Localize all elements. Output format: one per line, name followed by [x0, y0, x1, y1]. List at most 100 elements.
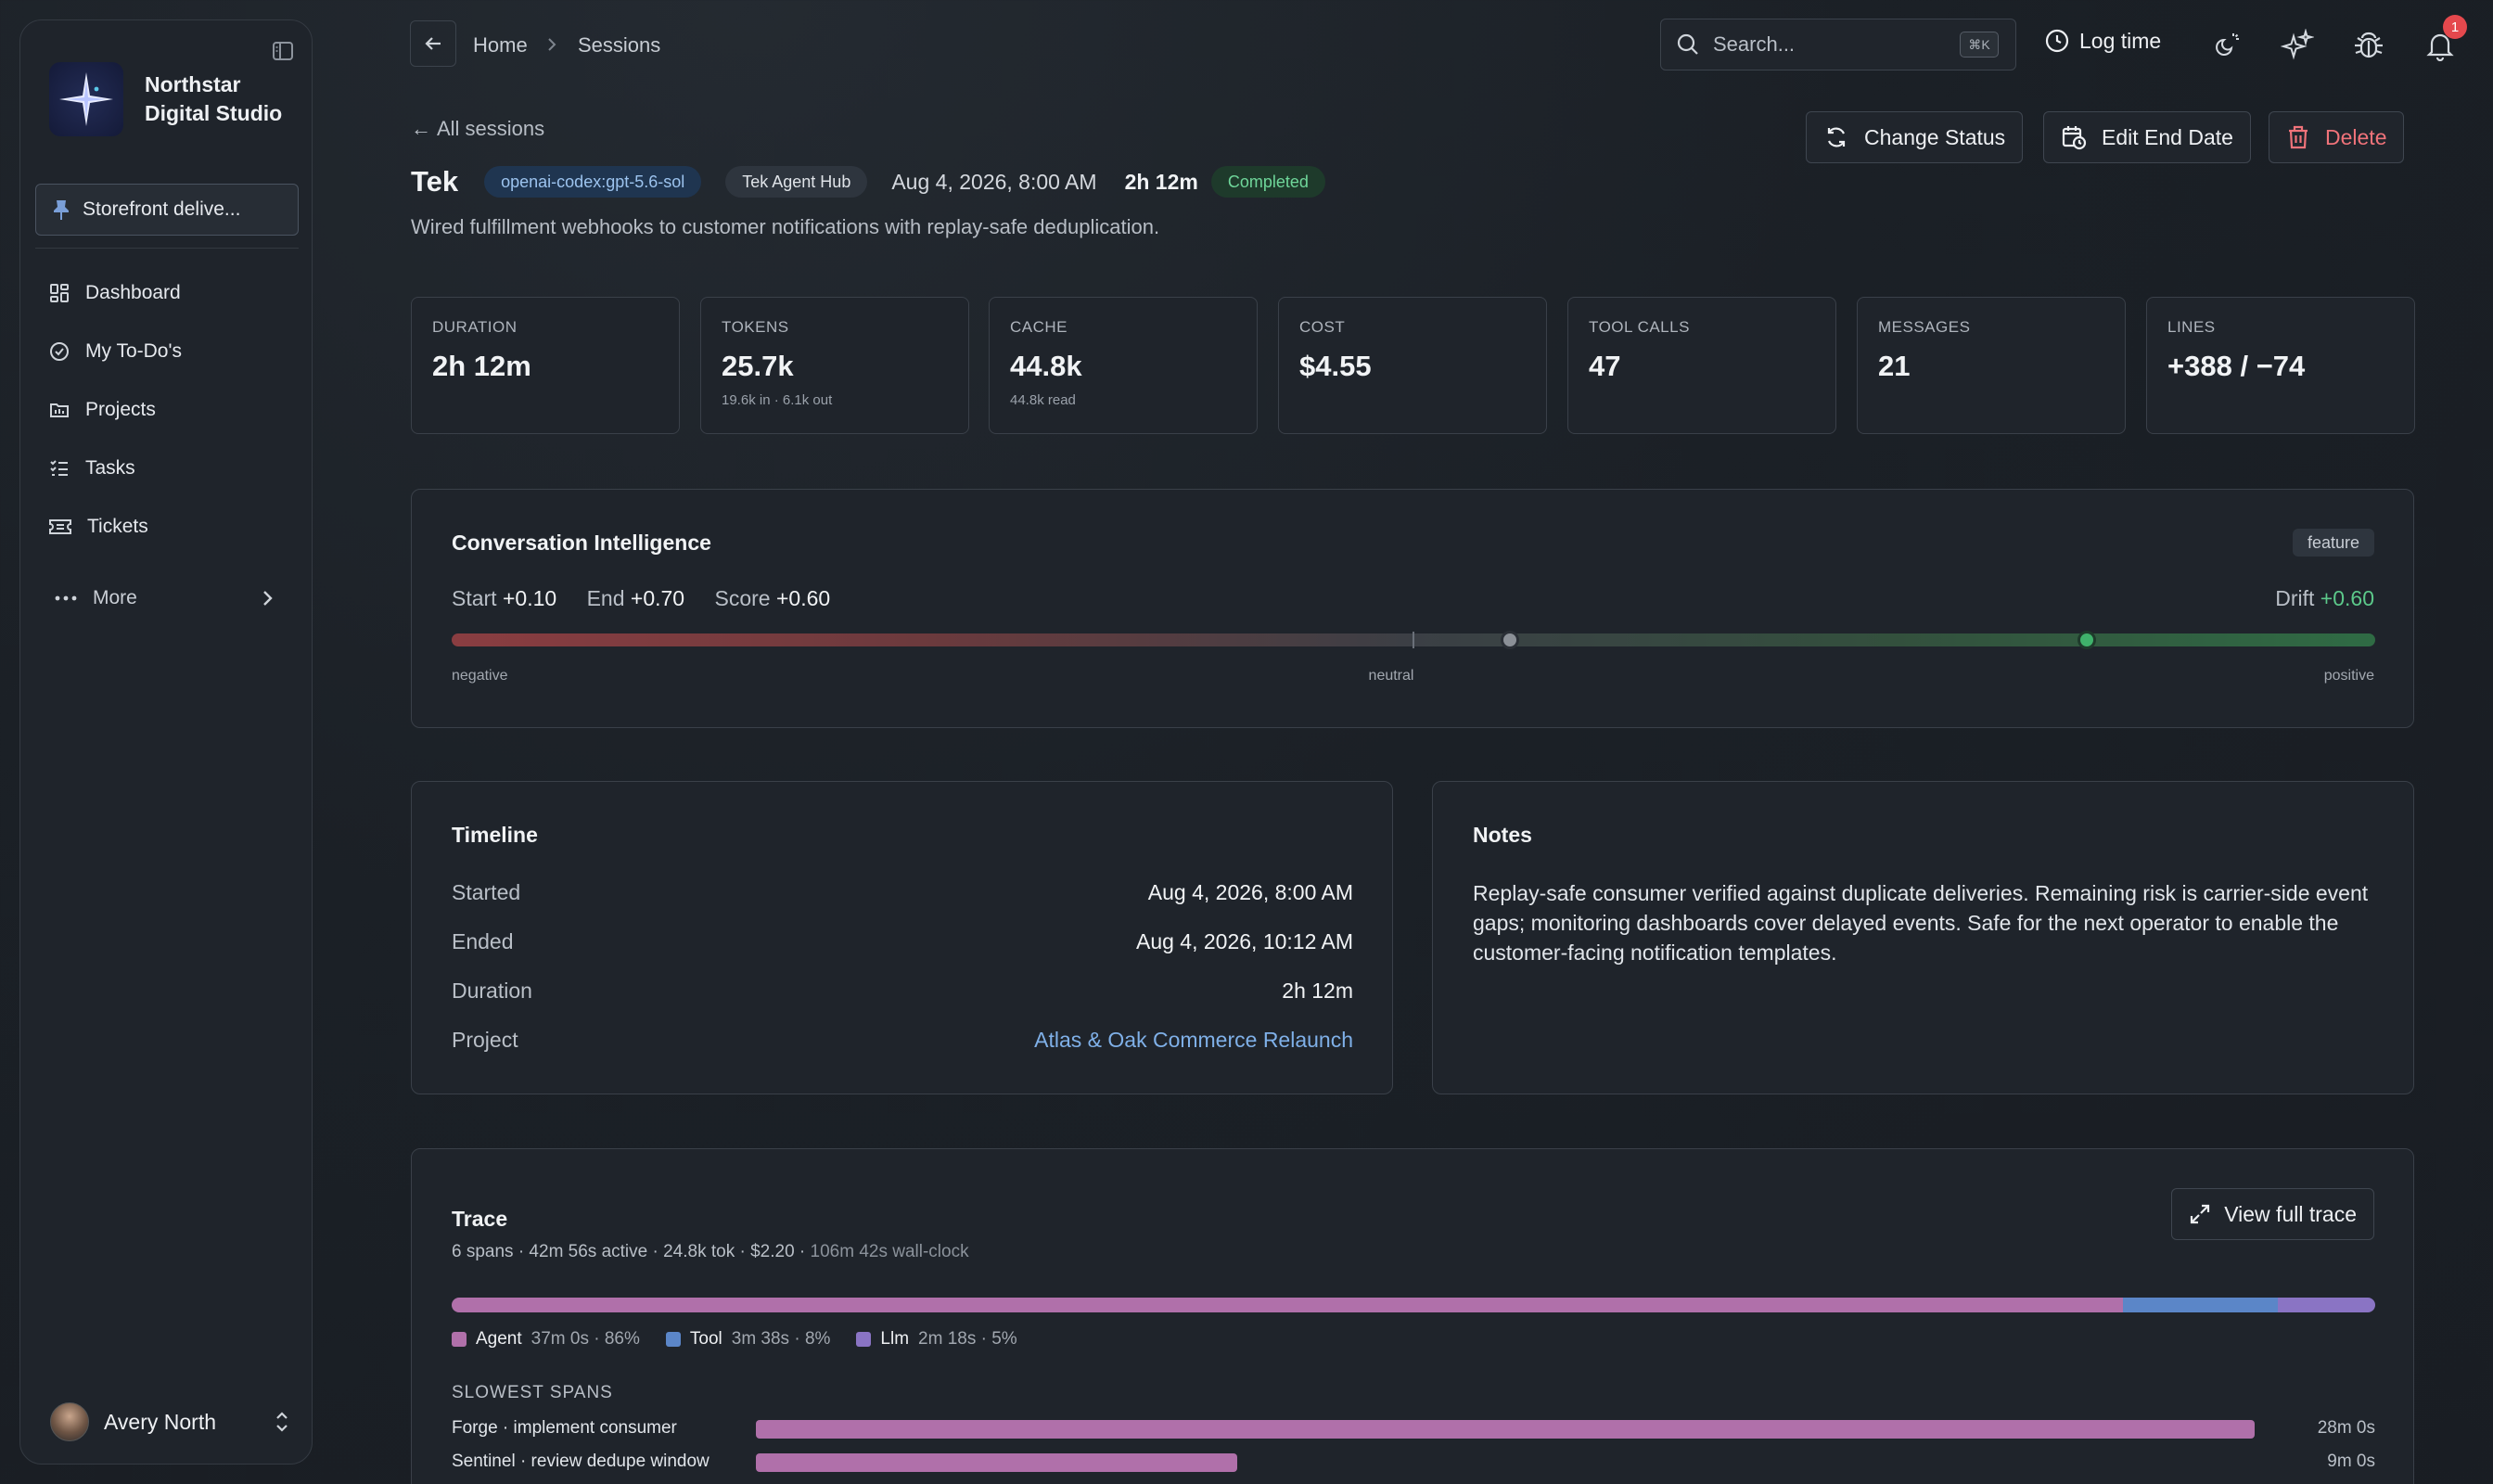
all-sessions-label: All sessions [437, 117, 545, 140]
timeline-key: Started [452, 880, 521, 904]
sidebar-item-my-todos[interactable]: My To-Do's [35, 322, 299, 380]
search-icon [1677, 33, 1698, 55]
end-label: End [586, 586, 625, 610]
theme-toggle-button[interactable] [2209, 28, 2244, 63]
legend-name: Tool [689, 1329, 722, 1349]
session-duration: 2h 12m [1124, 169, 1198, 194]
trace-breakdown-bar [452, 1298, 2375, 1312]
sentiment-stats: Start +0.10 End +0.70 Score +0.60 [452, 586, 854, 611]
card-title: Notes [1473, 823, 1532, 847]
span-bar [756, 1420, 2255, 1439]
avatar [50, 1402, 89, 1441]
legend-swatch [856, 1332, 872, 1347]
score-label: Score [714, 586, 771, 610]
report-bug-button[interactable] [2351, 28, 2386, 63]
status-badge: Completed [1210, 166, 1325, 198]
folder-icon [50, 403, 69, 417]
timeline-row-ended: Ended Aug 4, 2026, 10:12 AM [452, 929, 1353, 954]
end-marker [2077, 631, 2096, 649]
chevron-right-icon [263, 591, 273, 606]
trace-legend: Agent 37m 0s · 86% Tool 3m 38s · 8% Llm … [452, 1329, 1043, 1350]
more-dots-icon [55, 595, 77, 601]
start-label: Start [452, 586, 497, 610]
list-icon [50, 459, 68, 476]
notification-badge: 1 [2443, 15, 2467, 39]
ai-assistant-button[interactable] [2280, 28, 2315, 63]
sidebar-more-label: More [93, 587, 137, 608]
agent-chip: Tek Agent Hub [725, 166, 868, 198]
delete-button[interactable]: Delete [2269, 111, 2405, 163]
workspace-selector[interactable]: Storefront delive... [35, 184, 299, 236]
sidebar-item-label: My To-Do's [85, 339, 182, 362]
timeline-key: Project [452, 1028, 518, 1052]
breadcrumb-home[interactable]: Home [473, 33, 528, 58]
northstar-logo-icon [49, 62, 123, 136]
view-full-trace-button[interactable]: View full trace [2171, 1188, 2374, 1240]
legend-name: Llm [880, 1329, 910, 1349]
timeline-value: Aug 4, 2026, 10:12 AM [1135, 929, 1353, 953]
edit-end-date-label: Edit End Date [2102, 124, 2233, 149]
span-row[interactable]: Forge · implement consumer 28m 0s [452, 1418, 2375, 1440]
drift: Drift +0.60 [2275, 586, 2374, 611]
stat-label: CACHE [1010, 318, 1068, 336]
calendar-clock-icon [2062, 126, 2087, 150]
neutral-tick [1413, 632, 1414, 648]
legend-detail: 3m 38s · 8% [731, 1329, 831, 1349]
arrow-left-icon: ← [411, 117, 431, 140]
log-time-label: Log time [2079, 28, 2162, 53]
project-link[interactable]: Atlas & Oak Commerce Relaunch [1034, 1028, 1353, 1053]
sentiment-track [452, 631, 2375, 649]
stat-label: LINES [2167, 318, 2216, 336]
bug-icon [2355, 32, 2383, 58]
page-title: Tek [411, 165, 459, 198]
edit-end-date-button[interactable]: Edit End Date [2043, 111, 2251, 163]
sidebar-more[interactable]: More [35, 575, 299, 621]
sidebar-item-label: Projects [85, 398, 156, 420]
legend-name: Agent [476, 1329, 522, 1349]
scale-positive-label: positive [2323, 668, 2374, 684]
search-input[interactable]: Search... ⌘K [1660, 19, 2016, 70]
breadcrumb-chevron-icon [548, 38, 556, 51]
stat-label: DURATION [432, 318, 518, 336]
conversation-intelligence-card: Conversation Intelligence feature Start … [411, 489, 2414, 728]
legend-detail: 37m 0s · 86% [531, 1329, 640, 1349]
timeline-card: Timeline Started Aug 4, 2026, 8:00 AM En… [411, 781, 1393, 1094]
sidebar-item-label: Tasks [85, 456, 135, 479]
slowest-spans-heading: SLOWEST SPANS [452, 1383, 613, 1402]
user-menu[interactable]: Avery North [50, 1401, 291, 1443]
timeline-key: Ended [452, 929, 514, 953]
chevron-up-down-icon [276, 1412, 288, 1432]
sidebar: Northstar Digital Studio Storefront deli… [19, 19, 313, 1465]
drift-value: +0.60 [2320, 586, 2374, 610]
trace-wall-clock: 106m 42s wall-clock [810, 1242, 969, 1261]
trace-summary-text: 6 spans · 42m 56s active · 24.8k tok · $… [452, 1242, 811, 1261]
sidebar-item-tickets[interactable]: Tickets [35, 497, 299, 556]
all-sessions-link[interactable]: ← All sessions [411, 117, 544, 141]
log-time-button[interactable]: Log time [2044, 28, 2161, 54]
stat-messages: MESSAGES 21 [1857, 297, 2126, 434]
arrow-left-icon [425, 37, 441, 50]
sidebar-item-tasks[interactable]: Tasks [35, 439, 299, 497]
notes-text: Replay-safe consumer verified against du… [1473, 881, 2369, 965]
search-shortcut: ⌘K [1960, 32, 1999, 58]
back-button[interactable] [410, 20, 456, 67]
workspace-name: Storefront delive... [83, 198, 241, 220]
notifications-button[interactable]: 1 [2423, 15, 2467, 63]
card-title: Trace [452, 1207, 508, 1231]
check-circle-icon [50, 341, 69, 361]
sidebar-divider [35, 248, 299, 249]
brand[interactable]: Northstar Digital Studio [49, 62, 282, 136]
sidebar-item-projects[interactable]: Projects [35, 380, 299, 439]
stat-tool-calls: TOOL CALLS 47 [1567, 297, 1836, 434]
stat-duration: DURATION 2h 12m [411, 297, 680, 434]
span-row[interactable]: Sentinel · review dedupe window 9m 0s [452, 1452, 2375, 1474]
stat-tokens: TOKENS 25.7k 19.6k in · 6.1k out [700, 297, 969, 434]
stat-value: 25.7k [722, 350, 794, 382]
sidebar-item-dashboard[interactable]: Dashboard [35, 263, 299, 322]
sidebar-collapse-icon[interactable] [271, 39, 295, 63]
span-time: 28m 0s [2317, 1418, 2375, 1438]
change-status-button[interactable]: Change Status [1806, 111, 2024, 163]
refresh-icon [1827, 127, 1846, 147]
view-full-trace-label: View full trace [2224, 1201, 2357, 1226]
breadcrumb-sessions[interactable]: Sessions [578, 33, 660, 58]
